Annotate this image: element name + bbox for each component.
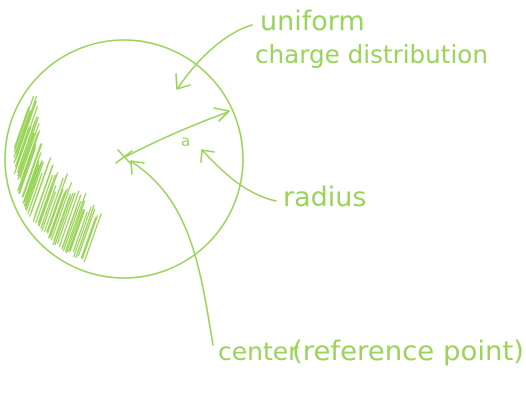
center-marker: [115, 149, 133, 165]
sphere-outline: [4, 39, 244, 279]
center-leader-arrow: [130, 160, 214, 346]
charged-sphere-diagram: a uniform charge distribution radius cen…: [4, 6, 524, 367]
diagram-canvas: a uniform charge distribution radius cen…: [0, 0, 526, 400]
hatch-strokes: [13, 95, 102, 263]
charge-label-line2: charge distribution: [255, 40, 488, 69]
radius-label: radius: [283, 182, 366, 213]
reference-point-label: (reference point): [292, 336, 524, 367]
center-label: center: [218, 337, 299, 366]
charge-leader-arrow: [175, 24, 253, 90]
radius-arrow: [124, 107, 230, 158]
charge-label-line1: uniform: [260, 6, 365, 37]
charge-shading: [13, 95, 102, 263]
radius-symbol: a: [181, 132, 190, 150]
